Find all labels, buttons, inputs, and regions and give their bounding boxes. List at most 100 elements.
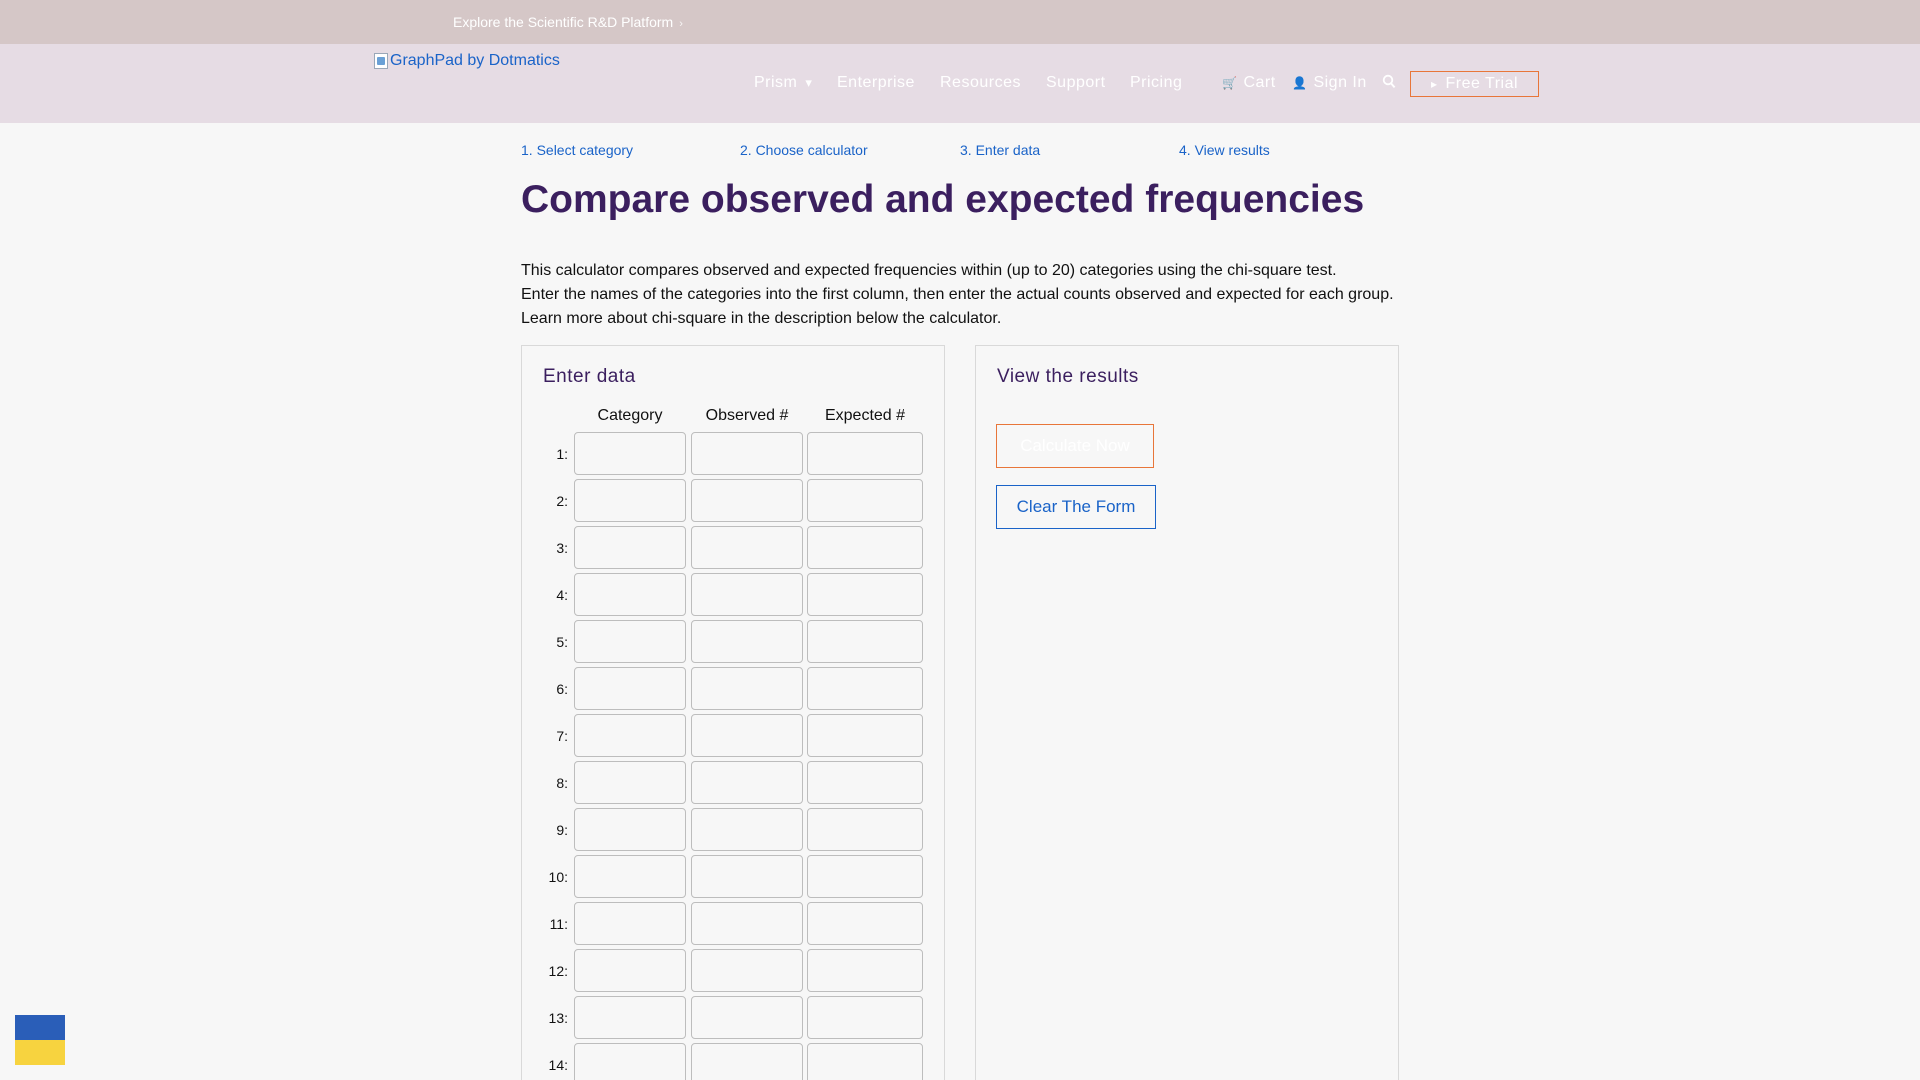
observed-input[interactable] <box>691 902 803 945</box>
observed-input[interactable] <box>691 714 803 757</box>
expected-input[interactable] <box>807 996 923 1039</box>
expected-input[interactable] <box>807 526 923 569</box>
play-icon: ▸ <box>1430 77 1438 91</box>
intro-text: This calculator compares observed and ex… <box>521 259 1394 331</box>
nav-sign-in[interactable]: 👤 Sign In <box>1292 74 1367 92</box>
free-trial-label: Free Trial <box>1445 75 1519 92</box>
clear-form-button[interactable]: Clear The Form <box>996 485 1156 529</box>
observed-input[interactable] <box>691 479 803 522</box>
category-input[interactable] <box>574 714 686 757</box>
row-number-label: 6: <box>556 681 568 697</box>
intro-line: This calculator compares observed and ex… <box>521 262 1337 279</box>
expected-input[interactable] <box>807 573 923 616</box>
free-trial-button[interactable]: ▸ Free Trial <box>1410 71 1539 97</box>
logo-alt-text: GraphPad by Dotmatics <box>390 52 560 69</box>
expected-input[interactable] <box>807 432 923 475</box>
ukraine-flag-badge[interactable] <box>15 1015 65 1065</box>
observed-input[interactable] <box>691 573 803 616</box>
chevron-down-icon: ▾ <box>805 75 813 90</box>
observed-input[interactable] <box>691 761 803 804</box>
column-header-expected: Expected # <box>824 407 906 424</box>
user-icon: 👤 <box>1292 76 1308 90</box>
expected-input[interactable] <box>807 1043 923 1080</box>
expected-input[interactable] <box>807 855 923 898</box>
row-number-label: 12: <box>548 963 568 979</box>
step-view-results[interactable]: 4. View results <box>1179 142 1270 158</box>
flag-yellow-stripe <box>15 1040 65 1065</box>
category-input[interactable] <box>574 949 686 992</box>
nav-enterprise[interactable]: Enterprise <box>837 74 915 92</box>
category-input[interactable] <box>574 1043 686 1080</box>
results-heading: View the results <box>997 366 1139 387</box>
row-number-label: 9: <box>556 822 568 838</box>
row-number-label: 14: <box>548 1057 568 1073</box>
category-input[interactable] <box>574 902 686 945</box>
nav-cart[interactable]: 🛒 Cart <box>1222 74 1276 92</box>
promo-link[interactable]: Explore the Scientific R&D Platform › <box>453 14 683 30</box>
nav-support[interactable]: Support <box>1046 74 1106 92</box>
nav-prism-label: Prism <box>754 74 798 91</box>
step-choose-calculator[interactable]: 2. Choose calculator <box>740 142 868 158</box>
step-select-category[interactable]: 1. Select category <box>521 142 633 158</box>
observed-input[interactable] <box>691 667 803 710</box>
row-number-label: 3: <box>556 540 568 556</box>
observed-input[interactable] <box>691 996 803 1039</box>
category-input[interactable] <box>574 479 686 522</box>
step-enter-data[interactable]: 3. Enter data <box>960 142 1040 158</box>
column-header-category: Category <box>597 407 663 424</box>
category-input[interactable] <box>574 620 686 663</box>
row-number-label: 2: <box>556 493 568 509</box>
search-icon[interactable] <box>1382 74 1396 90</box>
chevron-right-icon: › <box>679 18 683 30</box>
category-input[interactable] <box>574 808 686 851</box>
nav-pricing[interactable]: Pricing <box>1130 74 1182 92</box>
expected-input[interactable] <box>807 714 923 757</box>
row-number-label: 4: <box>556 587 568 603</box>
category-input[interactable] <box>574 855 686 898</box>
nav-sign-in-label: Sign In <box>1313 74 1367 91</box>
top-promo-bar: Explore the Scientific R&D Platform › <box>0 0 1920 44</box>
intro-line: Enter the names of the categories into t… <box>521 286 1394 303</box>
row-number-label: 7: <box>556 728 568 744</box>
row-number-label: 5: <box>556 634 568 650</box>
column-header-observed: Observed # <box>705 407 789 424</box>
row-number-label: 8: <box>556 775 568 791</box>
observed-input[interactable] <box>691 855 803 898</box>
row-number-label: 13: <box>548 1010 568 1026</box>
intro-line: Learn more about chi-square in the descr… <box>521 310 1002 327</box>
expected-input[interactable] <box>807 808 923 851</box>
expected-input[interactable] <box>807 761 923 804</box>
enter-data-heading: Enter data <box>543 366 636 387</box>
enter-data-panel: Enter data Category Observed # Expected … <box>521 345 945 1080</box>
observed-input[interactable] <box>691 1043 803 1080</box>
promo-text: Explore the Scientific R&D Platform <box>453 14 674 30</box>
row-number-label: 11: <box>549 916 568 932</box>
nav-resources[interactable]: Resources <box>940 74 1021 92</box>
expected-input[interactable] <box>807 667 923 710</box>
observed-input[interactable] <box>691 526 803 569</box>
page-title: Compare observed and expected frequencie… <box>521 178 1365 221</box>
category-input[interactable] <box>574 526 686 569</box>
row-number-label: 10: <box>548 869 568 885</box>
observed-input[interactable] <box>691 432 803 475</box>
expected-input[interactable] <box>807 949 923 992</box>
nav-cart-label: Cart <box>1243 74 1276 91</box>
broken-image-icon <box>374 53 388 69</box>
category-input[interactable] <box>574 996 686 1039</box>
observed-input[interactable] <box>691 808 803 851</box>
expected-input[interactable] <box>807 479 923 522</box>
observed-input[interactable] <box>691 620 803 663</box>
observed-input[interactable] <box>691 949 803 992</box>
row-number-label: 1: <box>556 446 568 462</box>
expected-input[interactable] <box>807 902 923 945</box>
expected-input[interactable] <box>807 620 923 663</box>
nav-prism[interactable]: Prism ▾ <box>754 74 812 92</box>
category-input[interactable] <box>574 761 686 804</box>
category-input[interactable] <box>574 432 686 475</box>
main-navbar: GraphPad by Dotmatics Prism ▾ Enterprise … <box>0 44 1920 123</box>
category-input[interactable] <box>574 667 686 710</box>
calculate-button[interactable]: Calculate Now <box>996 424 1154 468</box>
cart-icon: 🛒 <box>1222 76 1238 90</box>
category-input[interactable] <box>574 573 686 616</box>
logo-link[interactable]: GraphPad by Dotmatics <box>374 52 560 70</box>
